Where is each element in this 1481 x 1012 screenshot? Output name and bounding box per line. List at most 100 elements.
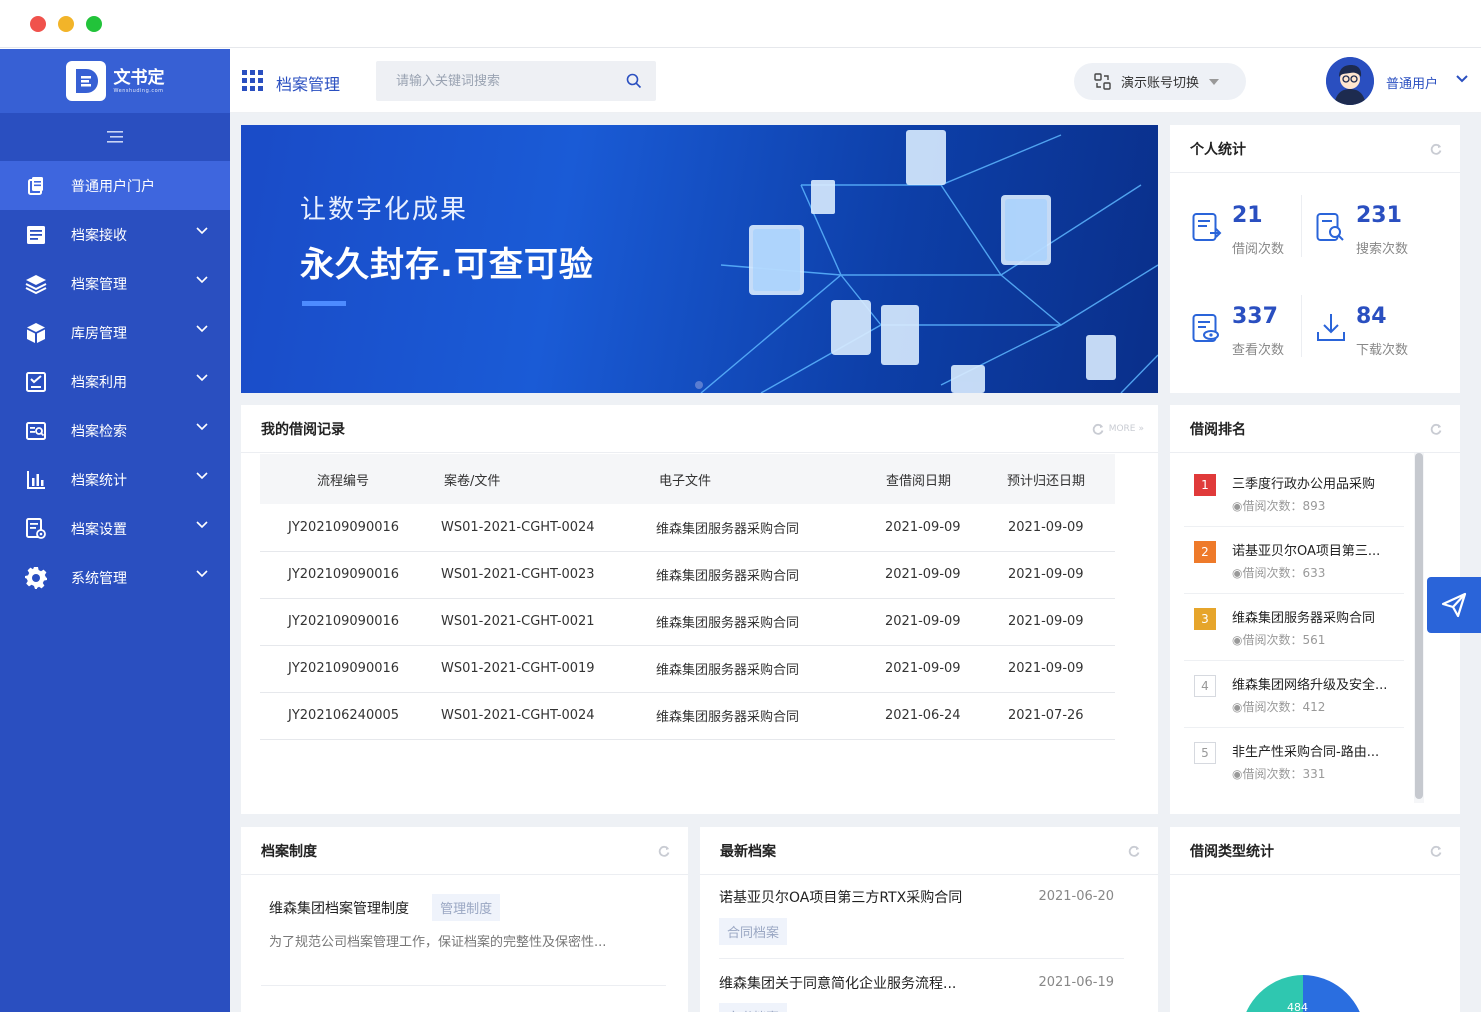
main-content: 让数字化成果 永久封存.可查可验 个人统计 21 借阅次数 231 搜索次数 3…: [230, 113, 1481, 1012]
cell-e-file[interactable]: 维森集团服务器采购合同: [655, 504, 870, 552]
refresh-icon[interactable]: [1430, 143, 1442, 155]
archive-list-item[interactable]: 诺基亚贝尔OA项目第三方RTX采购合同 2021-06-20 合同档案: [719, 887, 1124, 959]
pie-value-label: 484: [1287, 1001, 1308, 1012]
refresh-icon[interactable]: [1430, 845, 1442, 857]
table-row[interactable]: JY202109090016 WS01-2021-CGHT-0023 维森集团服…: [260, 551, 1115, 599]
rank-badge: 5: [1194, 742, 1216, 764]
caret-down-icon: [1209, 78, 1220, 85]
sidebar-item-receive[interactable]: 档案接收: [0, 210, 230, 259]
personal-stats-card: 个人统计 21 借阅次数 231 搜索次数 337 查看次数 84 下载次数: [1170, 125, 1460, 393]
cell-file-no: WS01-2021-CGHT-0023: [440, 551, 655, 599]
table-row[interactable]: JY202109090016 WS01-2021-CGHT-0019 维森集团服…: [260, 645, 1115, 693]
stat-borrow[interactable]: 21 借阅次数: [1192, 203, 1312, 263]
window-minimize-button[interactable]: [58, 16, 74, 32]
user-name[interactable]: 普通用户: [1386, 73, 1438, 92]
search-icon[interactable]: [626, 73, 642, 89]
rank-badge: 2: [1194, 541, 1216, 563]
archive-tag[interactable]: 合同档案: [719, 918, 788, 945]
sidebar-item-retrieval[interactable]: 档案检索: [0, 406, 230, 455]
table-row[interactable]: JY202109090016 WS01-2021-CGHT-0024 维森集团服…: [260, 504, 1115, 552]
cell-e-file[interactable]: 维森集团服务器采购合同: [655, 692, 870, 740]
cell-e-file[interactable]: 维森集团服务器采购合同: [655, 645, 870, 693]
sidebar-item-warehouse[interactable]: 库房管理: [0, 308, 230, 357]
download-icon: [1317, 314, 1345, 341]
scrollbar-thumb[interactable]: [1415, 453, 1423, 799]
policy-tag[interactable]: 管理制度: [432, 894, 501, 921]
chevron-down-icon[interactable]: [1456, 75, 1468, 83]
paper-plane-icon: [1441, 592, 1467, 618]
cell-return-date: 2021-09-09: [995, 645, 1115, 693]
logo[interactable]: 文书定 Wenshuding.com: [0, 49, 230, 113]
column-header[interactable]: 案卷/文件: [440, 454, 655, 504]
ranking-item[interactable]: 1 三季度行政办公用品采购 ◉借阅次数：893: [1184, 461, 1404, 527]
window-maximize-button[interactable]: [86, 16, 102, 32]
logo-subtitle: Wenshuding.com: [113, 88, 164, 94]
search-doc-icon: [24, 419, 48, 443]
table-row[interactable]: JY202106240005 WS01-2021-CGHT-0024 维森集团服…: [260, 692, 1115, 740]
sidebar-item-system[interactable]: 系统管理: [0, 553, 230, 602]
policy-item[interactable]: 维森集团档案管理制度 管理制度 为了规范公司档案管理工作，保证档案的完整性及保密…: [269, 894, 661, 950]
column-header[interactable]: 流程编号: [260, 454, 440, 504]
rank-count-text: 借阅次数：331: [1242, 767, 1326, 781]
archive-tag[interactable]: 文书档案: [719, 1003, 788, 1012]
sidebar-item-label: 档案管理: [71, 276, 127, 293]
table-row[interactable]: JY202109090016 WS01-2021-CGHT-0021 维森集团服…: [260, 598, 1115, 646]
window-close-button[interactable]: [30, 16, 46, 32]
cell-return-date: 2021-07-26: [995, 692, 1115, 740]
refresh-icon[interactable]: [1128, 845, 1140, 857]
pie-slice-blue[interactable]: [1303, 975, 1364, 1012]
ranking-title: 借阅排名: [1190, 421, 1246, 438]
ranking-item[interactable]: 5 非生产性采购合同-路由... ◉借阅次数：331: [1184, 729, 1404, 795]
ranking-item[interactable]: 3 维森集团服务器采购合同 ◉借阅次数：561: [1184, 595, 1404, 661]
rank-title: 维森集团服务器采购合同: [1232, 611, 1376, 626]
stat-value: 337: [1232, 304, 1278, 329]
stat-download[interactable]: 84 下载次数: [1316, 304, 1436, 364]
divider: [261, 985, 666, 986]
sidebar-item-utilization[interactable]: 档案利用: [0, 357, 230, 406]
sidebar-collapse-button[interactable]: [0, 113, 230, 161]
hero-banner[interactable]: 让数字化成果 永久封存.可查可验: [241, 125, 1158, 393]
card-title: 借阅类型统计: [1170, 827, 1460, 875]
eye-icon: ◉: [1232, 700, 1243, 714]
refresh-icon[interactable]: [658, 845, 670, 857]
more-link[interactable]: MORE »: [1092, 423, 1144, 435]
account-switch-button[interactable]: 演示账号切换: [1074, 63, 1246, 100]
cell-file-no: WS01-2021-CGHT-0021: [440, 598, 655, 646]
rank-count: ◉借阅次数：633: [1232, 564, 1325, 581]
cell-e-file[interactable]: 维森集团服务器采购合同: [655, 598, 870, 646]
app-grid-icon[interactable]: [242, 70, 264, 92]
archive-policy-card: 档案制度 维森集团档案管理制度 管理制度 为了规范公司档案管理工作，保证档案的完…: [241, 827, 688, 1012]
sidebar-item-statistics[interactable]: 档案统计: [0, 455, 230, 504]
column-header[interactable]: 预计归还日期: [995, 454, 1115, 504]
policy-title: 档案制度: [261, 843, 317, 860]
rank-count-text: 借阅次数：561: [1242, 633, 1326, 647]
ranking-item[interactable]: 2 诺基亚贝尔OA项目第三... ◉借阅次数：633: [1184, 528, 1404, 594]
stat-value: 84: [1356, 304, 1387, 329]
column-header[interactable]: 电子文件: [655, 454, 870, 504]
banner-headline: 让数字化成果: [300, 195, 469, 225]
scrollbar-track[interactable]: [1414, 453, 1424, 803]
archive-list-item[interactable]: 维森集团关于同意简化企业服务流程... 2021-06-19 文书档案: [719, 973, 1124, 1012]
cell-file-no: WS01-2021-CGHT-0024: [440, 692, 655, 740]
cell-e-file[interactable]: 维森集团服务器采购合同: [655, 551, 870, 599]
avatar[interactable]: [1326, 57, 1374, 105]
column-header[interactable]: 查借阅日期: [870, 454, 995, 504]
cell-borrow-date: 2021-09-09: [870, 645, 995, 693]
cell-borrow-date: 2021-09-09: [870, 551, 995, 599]
rank-count-text: 借阅次数：412: [1242, 700, 1326, 714]
chevron-down-icon: [196, 472, 208, 480]
stat-view[interactable]: 337 查看次数: [1192, 304, 1312, 364]
eye-icon: ◉: [1232, 767, 1243, 781]
rank-title: 维森集团网络升级及安全...: [1232, 678, 1388, 693]
floating-send-button[interactable]: [1427, 577, 1481, 633]
stat-search[interactable]: 231 搜索次数: [1316, 203, 1436, 263]
sidebar-item-settings[interactable]: 档案设置: [0, 504, 230, 553]
rank-title: 三季度行政办公用品采购: [1232, 477, 1376, 492]
sidebar-item-label: 系统管理: [71, 570, 127, 587]
refresh-icon[interactable]: [1430, 423, 1442, 435]
sidebar-item-archive-management[interactable]: 档案管理: [0, 259, 230, 308]
module-title: 档案管理: [276, 75, 341, 94]
ranking-item[interactable]: 4 维森集团网络升级及安全... ◉借阅次数：412: [1184, 662, 1404, 728]
sidebar-item-portal[interactable]: 普通用户门户: [0, 161, 230, 210]
search-input[interactable]: [376, 61, 606, 101]
